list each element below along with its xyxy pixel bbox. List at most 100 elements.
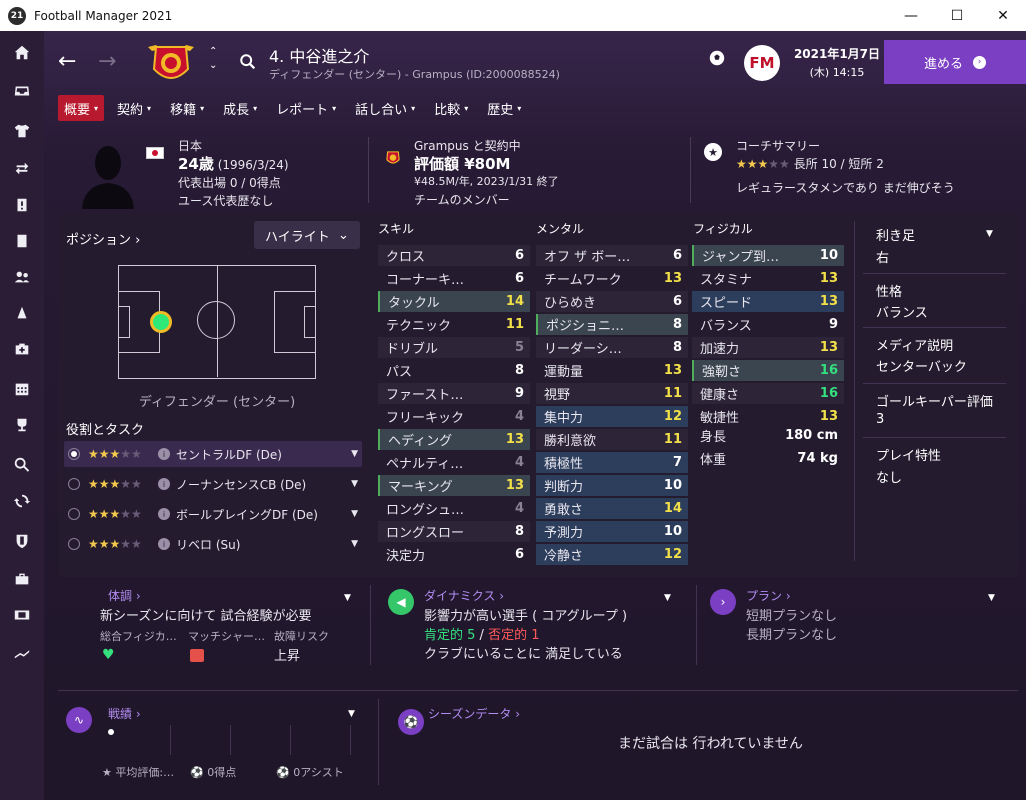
tactics-icon[interactable] [0, 295, 44, 331]
attribute-name: 強靭さ [702, 365, 742, 380]
attribute-row[interactable]: パス 8 [378, 360, 530, 381]
chevron-down-icon[interactable]: ▼ [664, 593, 671, 603]
swap-icon[interactable] [0, 483, 44, 519]
attribute-row[interactable]: 冷静さ 12 [536, 544, 688, 565]
attribute-row[interactable]: ペナルティ… 4 [378, 452, 530, 473]
inbox-icon[interactable] [0, 73, 44, 109]
role-row[interactable]: ★★★★★ i ボールプレイングDF (De) ▼ [64, 501, 362, 527]
role-row[interactable]: ★★★★★ i リベロ (Su) ▼ [64, 531, 362, 557]
continue-button[interactable]: 進める › [884, 40, 1026, 84]
attribute-row[interactable]: クロス 6 [378, 245, 530, 266]
chevron-down-icon[interactable]: ▼ [988, 593, 995, 603]
position-label[interactable]: ポジション › [66, 229, 140, 248]
maximize-button[interactable]: ☐ [934, 0, 980, 31]
attribute-row[interactable]: チームワーク 13 [536, 268, 688, 289]
football-icon[interactable] [708, 49, 726, 67]
tab-interaction[interactable]: 話し合い ▾ [349, 95, 421, 121]
minimize-button[interactable]: — [888, 0, 934, 31]
scouting-icon[interactable] [0, 597, 44, 633]
dynamics-icon[interactable] [0, 187, 44, 223]
attribute-row[interactable]: テクニック 11 [378, 314, 530, 335]
attribute-row[interactable]: 予測力 10 [536, 521, 688, 542]
club-icon[interactable] [0, 523, 44, 559]
attribute-row[interactable]: ドリブル 5 [378, 337, 530, 358]
stats-icon[interactable] [0, 635, 44, 671]
dynamics-title[interactable]: ダイナミクス › [424, 587, 504, 604]
tab-development[interactable]: 成長 ▾ [217, 95, 263, 121]
search-icon[interactable] [239, 53, 257, 71]
attribute-row[interactable]: ロングスロー 8 [378, 521, 530, 542]
tab-history[interactable]: 歴史 ▾ [481, 95, 527, 121]
forward-arrow-icon[interactable]: → [98, 49, 116, 74]
attribute-value: 9 [514, 386, 524, 401]
attribute-row[interactable]: ジャンプ到… 10 [692, 245, 844, 266]
transfers-icon[interactable] [0, 151, 44, 187]
chevron-down-icon: ▾ [411, 103, 416, 113]
role-row[interactable]: ★★★★★ i ノーナンセンスCB (De) ▼ [64, 471, 362, 497]
attribute-row[interactable]: 積極性 7 [536, 452, 688, 473]
attribute-row[interactable]: 集中力 12 [536, 406, 688, 427]
attribute-row[interactable]: オフ ザ ボー… 6 [536, 245, 688, 266]
attribute-row[interactable]: 運動量 13 [536, 360, 688, 381]
coach-summary: コーチサマリー ★★★★★ 長所 10 / 短所 2 レギュラースタメンであり … [736, 139, 955, 195]
club-crest-icon[interactable] [146, 41, 196, 87]
highlight-dropdown[interactable]: ハイライト ⌄ [254, 221, 360, 249]
tab-contract[interactable]: 契約 ▾ [111, 95, 157, 121]
attribute-row[interactable]: 健康さ 16 [692, 383, 844, 404]
attribute-name: テクニック [386, 319, 452, 334]
medical-icon[interactable] [0, 331, 44, 367]
attribute-row[interactable]: マーキング 13 [378, 475, 530, 496]
info-icon: i [158, 478, 170, 490]
attribute-row[interactable]: ロングシュ… 4 [378, 498, 530, 519]
attribute-row[interactable]: タックル 14 [378, 291, 530, 312]
position-marker[interactable] [150, 311, 172, 333]
home-icon[interactable] [0, 35, 44, 71]
tab-compare[interactable]: 比較 ▾ [428, 95, 474, 121]
plans-title[interactable]: プラン › [746, 587, 791, 604]
condition-title[interactable]: 体調 › [108, 587, 141, 604]
close-button[interactable]: ✕ [980, 0, 1026, 31]
tab-transfer[interactable]: 移籍 ▾ [164, 95, 210, 121]
attribute-value: 14 [663, 501, 682, 516]
attribute-row[interactable]: スピード 13 [692, 291, 844, 312]
finance-icon[interactable] [0, 561, 44, 597]
attribute-row[interactable]: バランス 9 [692, 314, 844, 335]
back-arrow-icon[interactable]: ← [58, 49, 76, 74]
season-title[interactable]: シーズンデータ › [428, 705, 520, 722]
schedule-icon[interactable] [0, 371, 44, 407]
reports-icon[interactable] [0, 223, 44, 259]
attribute-row[interactable]: 判断力 10 [536, 475, 688, 496]
staff-icon[interactable] [0, 259, 44, 295]
attribute-row[interactable]: 視野 11 [536, 383, 688, 404]
chevron-down-icon[interactable]: ▼ [986, 229, 993, 239]
chevron-down-icon[interactable]: ▼ [344, 593, 351, 603]
attribute-row[interactable]: ヘディング 13 [378, 429, 530, 450]
search-icon[interactable] [0, 447, 44, 483]
attribute-row[interactable]: 勇敢さ 14 [536, 498, 688, 519]
attribute-name: ファースト… [386, 388, 464, 403]
tab-overview[interactable]: 概要 ▾ [58, 95, 105, 121]
form-title[interactable]: 戦績 › [108, 705, 141, 722]
attribute-row[interactable]: 強靭さ 16 [692, 360, 844, 381]
attribute-row[interactable]: リーダーシ… 8 [536, 337, 688, 358]
competitions-icon[interactable] [0, 407, 44, 443]
attribute-row[interactable]: ファースト… 9 [378, 383, 530, 404]
player-switch-arrows[interactable]: ⌃ ⌄ [209, 45, 217, 73]
attribute-row[interactable]: ひらめき 6 [536, 291, 688, 312]
attribute-row[interactable]: ポジショニ… 8 [536, 314, 688, 335]
role-name: ノーナンセンスCB (De) [176, 477, 307, 492]
attribute-row[interactable]: スタミナ 13 [692, 268, 844, 289]
squad-icon[interactable] [0, 113, 44, 149]
attribute-row[interactable]: コーナーキ… 6 [378, 268, 530, 289]
attribute-row[interactable]: 敏捷性 13 [692, 406, 844, 427]
tab-reports[interactable]: レポート ▾ [270, 95, 342, 121]
attribute-row[interactable]: 決定力 6 [378, 544, 530, 565]
role-row[interactable]: ★★★★★ i セントラルDF (De) ▼ [64, 441, 362, 467]
attribute-row[interactable]: 勝利意欲 11 [536, 429, 688, 450]
attribute-row[interactable]: 加速力 13 [692, 337, 844, 358]
fm-logo[interactable]: FM [744, 45, 780, 81]
attribute-name: ひらめき [544, 296, 597, 311]
attribute-row[interactable]: フリーキック 4 [378, 406, 530, 427]
chevron-down-icon[interactable]: ▼ [348, 709, 355, 719]
chevron-right-icon: › [973, 55, 986, 69]
